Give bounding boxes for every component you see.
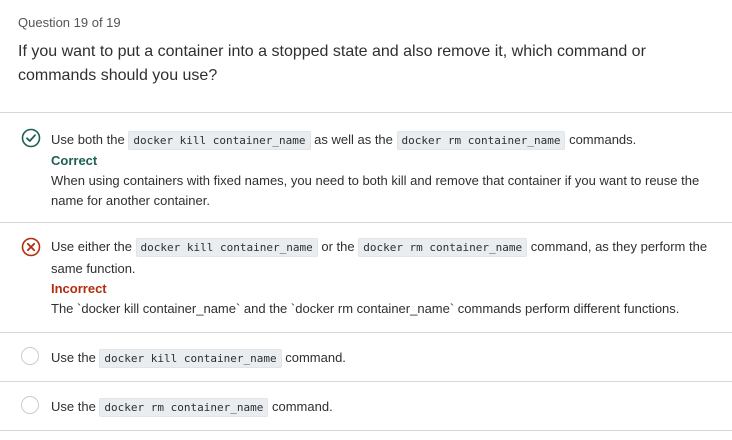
answer-option-4[interactable]: Use the docker rm container_name command… <box>0 381 732 430</box>
code-snippet: docker rm container_name <box>396 131 566 150</box>
answer-text: Use the docker kill container_name comma… <box>51 347 720 369</box>
answer-explanation: The `docker kill container_name` and the… <box>51 301 680 316</box>
code-snippet: docker rm container_name <box>99 398 269 417</box>
code-snippet: docker kill container_name <box>135 238 318 257</box>
question-header: Question 19 of 19 If you want to put a c… <box>0 0 732 88</box>
answer-text: Use the docker rm container_name command… <box>51 396 720 418</box>
code-snippet: docker rm container_name <box>358 238 528 257</box>
status-incorrect-label: Incorrect <box>51 281 107 296</box>
status-correct-label: Correct <box>51 153 98 168</box>
divider <box>0 430 732 431</box>
answer-text: Use either the docker kill container_nam… <box>51 238 708 276</box>
radio-button[interactable] <box>21 347 39 365</box>
answer-explanation: When using containers with fixed names, … <box>51 173 700 208</box>
x-circle-icon <box>21 237 41 257</box>
answer-option-2[interactable]: Use either the docker kill container_nam… <box>0 222 732 332</box>
code-snippet: docker kill container_name <box>128 131 311 150</box>
radio-button[interactable] <box>21 396 39 414</box>
answer-option-1[interactable]: Use both the docker kill container_name … <box>0 112 732 222</box>
question-counter: Question 19 of 19 <box>18 15 121 30</box>
question-text: If you want to put a container into a st… <box>18 43 646 84</box>
code-snippet: docker kill container_name <box>99 349 282 368</box>
answer-option-3[interactable]: Use the docker kill container_name comma… <box>0 332 732 381</box>
check-circle-icon <box>21 128 41 148</box>
answer-text: Use both the docker kill container_name … <box>51 129 720 151</box>
